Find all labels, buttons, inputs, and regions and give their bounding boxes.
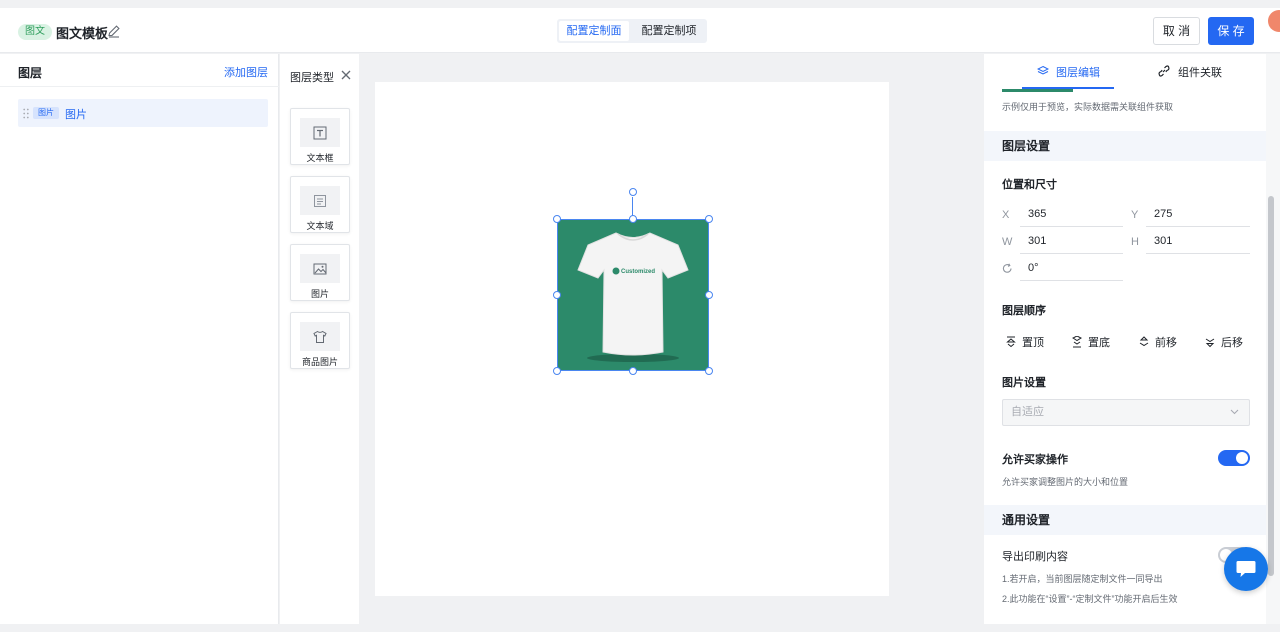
layer-types-panel: 图层类型 文本框 文本域 图片 商品图片 <box>280 54 359 624</box>
move-forward-icon <box>1139 336 1149 347</box>
properties-scrollbar[interactable] <box>1268 196 1274 576</box>
layer-name: 图片 <box>65 109 87 121</box>
add-layer-link[interactable]: 添加图层 <box>224 64 268 80</box>
h-label: H <box>1131 236 1139 248</box>
layer-types-title: 图层类型 <box>290 72 334 84</box>
tshirt-mockup-image: Customized <box>577 232 689 362</box>
width-input[interactable]: 301 <box>1020 228 1123 254</box>
height-input[interactable]: 301 <box>1146 228 1250 254</box>
layer-type-image[interactable]: 图片 <box>290 244 350 301</box>
resize-handle-left[interactable] <box>553 291 561 299</box>
layer-item[interactable]: 图片 图片 <box>18 99 268 127</box>
resize-handle-bottom-left[interactable] <box>553 367 561 375</box>
image-fit-select[interactable]: 自适应 <box>1002 399 1250 426</box>
allow-buyer-toggle[interactable] <box>1218 450 1250 466</box>
config-segmented-control: 配置定制面 配置定制项 <box>557 19 707 43</box>
bring-to-top-label: 置顶 <box>1022 337 1044 349</box>
chat-support-button[interactable] <box>1224 547 1268 591</box>
x-label: X <box>1002 209 1010 221</box>
properties-tabs: 图层编辑 组件关联 <box>984 54 1268 89</box>
edit-icon[interactable] <box>107 24 121 38</box>
save-button[interactable]: 保 存 <box>1208 17 1254 45</box>
link-icon <box>1158 65 1170 77</box>
move-backward-button[interactable]: 后移 <box>1205 334 1243 350</box>
design-canvas[interactable]: Customized <box>375 82 889 596</box>
tab-config-surface[interactable]: 配置定制面 <box>559 21 629 41</box>
w-label: W <box>1002 236 1013 248</box>
shirt-print-text: Customized <box>621 269 655 275</box>
chat-icon <box>1236 561 1256 577</box>
rotate-icon <box>1002 263 1012 273</box>
chevron-down-icon <box>1230 409 1239 415</box>
layer-type-text-area[interactable]: 文本域 <box>290 176 350 233</box>
layer-settings-heading: 图层设置 <box>984 131 1268 161</box>
layer-type-label: 文本域 <box>306 221 334 231</box>
image-fit-select-value: 自适应 <box>1011 406 1044 418</box>
tab-config-items[interactable]: 配置定制项 <box>633 21 705 41</box>
cancel-button[interactable]: 取 消 <box>1153 17 1200 45</box>
position-size-title: 位置和尺寸 <box>1002 179 1057 191</box>
design-image-layer[interactable]: Customized <box>557 219 709 371</box>
preview-color-strip <box>1002 89 1073 92</box>
y-label: Y <box>1131 209 1139 221</box>
allow-buyer-desc: 允许买家调整图片的大小和位置 <box>1002 477 1129 487</box>
resize-handle-top[interactable] <box>629 215 637 223</box>
layers-panel: 图层 添加图层 图片 图片 <box>0 54 279 624</box>
text-box-icon <box>313 126 327 139</box>
tab-layer-edit[interactable]: 图层编辑 <box>1056 64 1100 80</box>
rotation-input[interactable]: 0° <box>1020 255 1123 281</box>
send-to-bottom-button[interactable]: 置底 <box>1072 334 1110 350</box>
general-settings-heading: 通用设置 <box>984 505 1268 535</box>
image-icon <box>313 263 327 274</box>
image-settings-title: 图片设置 <box>1002 377 1046 389</box>
preview-hint: 示例仅用于预览，实际数据需关联组件获取 <box>1002 102 1174 112</box>
bring-to-top-icon <box>1006 336 1016 348</box>
layer-order-title: 图层顺序 <box>1002 305 1046 317</box>
x-input[interactable]: 365 <box>1020 201 1123 227</box>
resize-handle-bottom-right[interactable] <box>705 367 713 375</box>
resize-handle-top-right[interactable] <box>705 215 713 223</box>
text-area-icon <box>314 194 326 207</box>
layer-type-text-box[interactable]: 文本框 <box>290 108 350 165</box>
drag-handle-icon[interactable] <box>23 108 29 119</box>
move-backward-label: 后移 <box>1221 337 1243 349</box>
layer-type-label: 图片 <box>310 289 329 299</box>
y-input[interactable]: 275 <box>1146 201 1250 227</box>
export-print-title: 导出印刷内容 <box>1002 551 1068 563</box>
top-bar: 图文 图文模板 配置定制面 配置定制项 取 消 保 存 <box>0 8 1280 53</box>
resize-handle-top-left[interactable] <box>553 215 561 223</box>
resize-handle-bottom[interactable] <box>629 367 637 375</box>
allow-buyer-title: 允许买家操作 <box>1002 454 1068 466</box>
move-forward-button[interactable]: 前移 <box>1139 334 1177 350</box>
layer-type-label: 文本框 <box>306 153 334 163</box>
export-note-1: 1.若开启，当前图层随定制文件一同导出 <box>1002 574 1163 584</box>
move-forward-label: 前移 <box>1155 337 1177 349</box>
export-note-2: 2.此功能在“设置”-“定制文件”功能开启后生效 <box>1002 594 1178 604</box>
layer-type-tag: 图片 <box>33 107 59 119</box>
resize-handle-right[interactable] <box>705 291 713 299</box>
notification-dot[interactable] <box>1268 10 1280 32</box>
properties-panel: 图层编辑 组件关联 示例仅用于预览，实际数据需关联组件获取 图层设置 位置和尺寸… <box>984 54 1280 624</box>
send-to-bottom-label: 置底 <box>1088 337 1110 349</box>
send-to-bottom-icon <box>1072 336 1082 348</box>
close-icon[interactable] <box>341 70 351 80</box>
page-title: 图文模板 <box>56 26 109 41</box>
rotate-handle[interactable] <box>629 188 637 196</box>
layers-icon <box>1037 65 1049 75</box>
layer-type-product-image[interactable]: 商品图片 <box>290 312 350 369</box>
layers-header: 图层 添加图层 <box>0 54 279 87</box>
move-backward-icon <box>1205 338 1215 348</box>
layer-type-label: 商品图片 <box>301 357 338 367</box>
tab-component-link[interactable]: 组件关联 <box>1178 64 1222 80</box>
tshirt-icon <box>313 330 327 343</box>
layers-title: 图层 <box>18 66 43 80</box>
template-type-badge: 图文 <box>18 24 52 40</box>
bring-to-top-button[interactable]: 置顶 <box>1006 334 1044 350</box>
